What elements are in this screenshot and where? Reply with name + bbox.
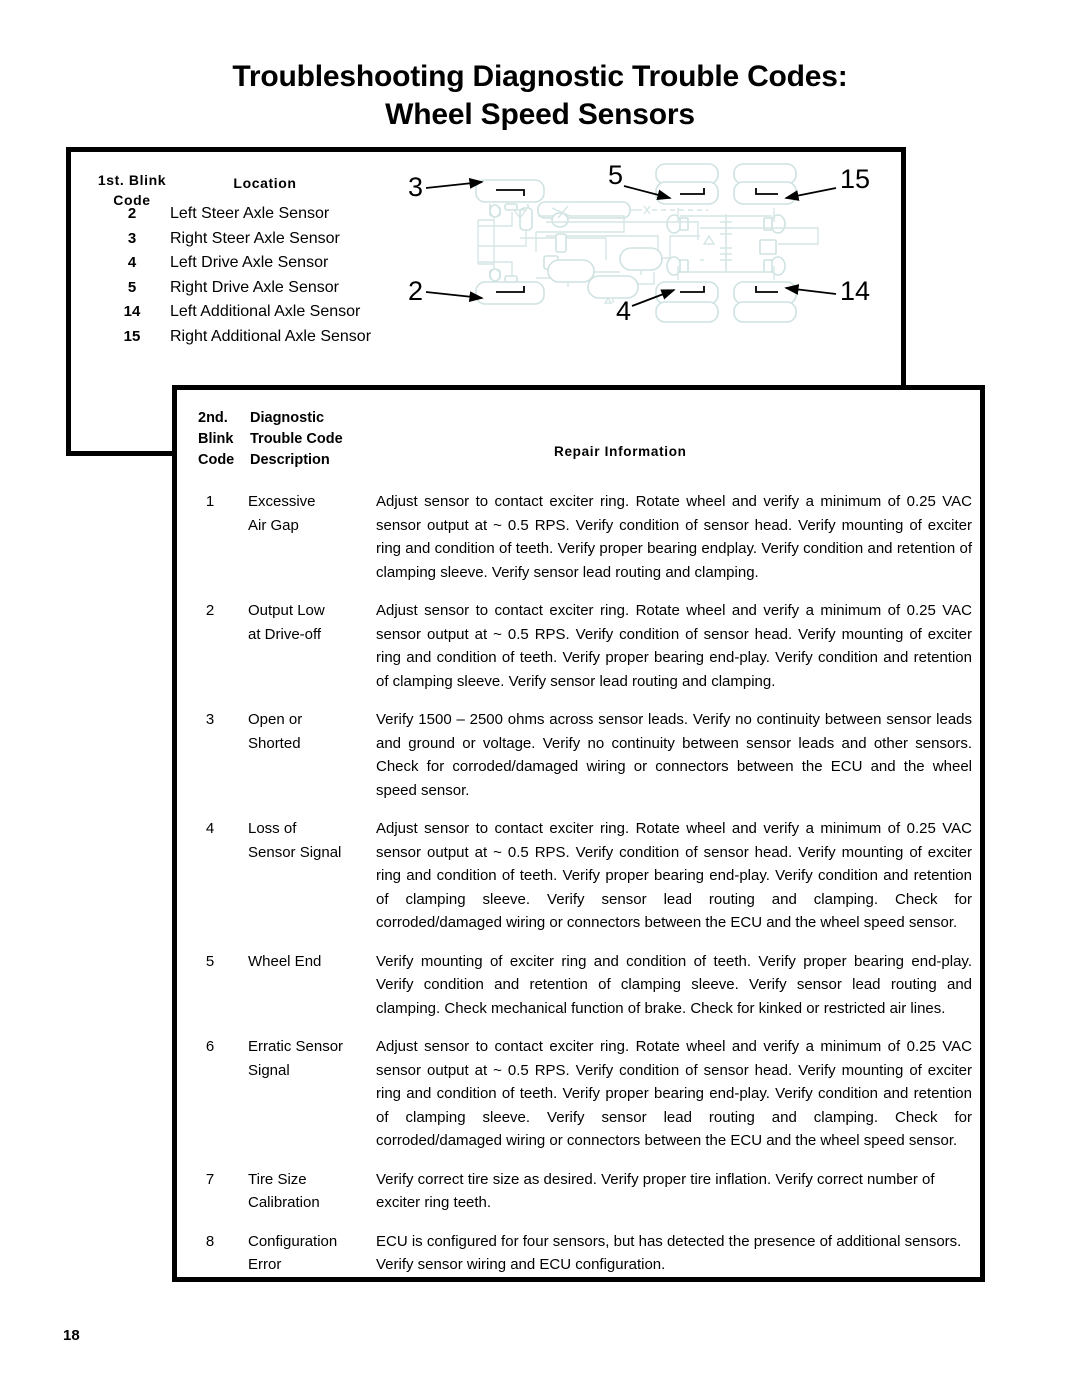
repair-information-text: Adjust sensor to contact exciter ring. R… (376, 820, 972, 931)
trouble-code-description: Configuration Error (248, 1230, 368, 1277)
blink-code-location: Right Drive Axle Sensor (170, 278, 339, 296)
description-line-2: Sensor Signal (248, 843, 342, 861)
description-line-1: Tire Size (248, 1170, 307, 1188)
blink-code-location: Left Steer Axle Sensor (170, 205, 330, 222)
table-row: 5 Wheel End Verify mounting of exciter rin… (0, 950, 1080, 1021)
trouble-code-description: Erratic Sensor Signal (248, 1035, 368, 1082)
blink-header-line-1: 2nd. (198, 410, 228, 426)
blink-header-line-2: Blink (198, 431, 234, 447)
air-brake-system-diagram: .veh { fill: none; stroke: #cfe2e2; stro… (408, 160, 908, 355)
callout-14: 14 (840, 276, 870, 306)
trouble-code-number: 6 (205, 1038, 215, 1055)
description-line-1: Loss of (248, 820, 297, 837)
trouble-code-number: 2 (205, 602, 215, 619)
blink-code-header-line-1: 1st. Blink (97, 172, 167, 188)
trouble-code-description: Output Low at Drive-off (248, 599, 368, 646)
trouble-code-description: Excessive Air Gap (248, 490, 368, 537)
blink-code-value: 4 (127, 254, 137, 272)
repair-information-text: Verify 1500 – 2500 ohms across sensor le… (376, 711, 972, 799)
trouble-code-description: Wheel End (248, 950, 368, 974)
table-row: 8 Configuration Error ECU is configured for… (0, 1230, 1080, 1277)
trouble-code-number: 3 (205, 711, 215, 728)
trouble-code-number: 1 (205, 493, 215, 510)
trouble-code-description: Tire Size Calibration (248, 1168, 368, 1215)
blink-code-location: Left Drive Axle Sensor (170, 254, 329, 272)
repair-information-column-header: Repair Information (554, 444, 687, 459)
repair-information-text: Verify correct tire size as desired. Ver… (376, 1170, 935, 1212)
description-line-2: Air Gap (248, 516, 299, 534)
blink-code-value: 2 (127, 205, 137, 222)
blink-code-location: Right Additional Axle Sensor (170, 328, 372, 345)
trouble-code-number: 4 (205, 820, 215, 837)
desc-header-line-3: Description (250, 452, 330, 468)
callout-5: 5 (608, 160, 623, 190)
description-line-1: Erratic Sensor (248, 1038, 344, 1055)
callout-2: 2 (408, 276, 423, 306)
description-column-header: Diagnostic Trouble Code Description (250, 408, 460, 471)
trouble-code-number: 7 (205, 1170, 215, 1188)
desc-header-line-2: Trouble Code (250, 431, 343, 447)
blink-code-value: 3 (127, 229, 137, 247)
blink-code-column-header: 1st. Blink Code (82, 170, 182, 210)
desc-header-line-1: Diagnostic (250, 410, 325, 426)
description-line-2: Shorted (248, 734, 301, 752)
repair-information-text: Adjust sensor to contact exciter ring. R… (376, 1038, 972, 1149)
description-line-1: Output Low (248, 602, 325, 619)
trouble-code-description: Open or Shorted (248, 708, 368, 755)
page-title-line-2: Wheel Speed Sensors (385, 98, 695, 131)
description-line-1: Open or (248, 711, 303, 728)
blink-code-value: 15 (123, 328, 141, 345)
blink-code-2nd-column-header: 2nd. Blink Code (198, 408, 250, 471)
page-number: 18 (63, 1327, 80, 1344)
table-row: 6 Erratic Sensor Signal Adjust sensor to co… (0, 1035, 1080, 1153)
blink-code-location: Left Additional Axle Sensor (170, 303, 361, 321)
location-column-header: Location (233, 175, 297, 191)
repair-information-text: ECU is configured for four sensors, but … (376, 1232, 962, 1274)
table-row: 1 Excessive Air Gap Adjust sensor to contac… (0, 490, 1080, 584)
description-line-1: Configuration (248, 1232, 338, 1250)
callout-15: 15 (840, 164, 870, 194)
blink-code-value: 5 (127, 278, 137, 296)
callout-4: 4 (616, 296, 631, 326)
trouble-code-description: Loss of Sensor Signal (248, 817, 368, 864)
description-line-2: Calibration (248, 1194, 320, 1211)
table-row: 4 Loss of Sensor Signal Adjust sensor to co… (0, 817, 1080, 935)
trouble-code-table: 1 Excessive Air Gap Adjust sensor to contac… (0, 490, 1080, 1292)
description-line-1: Excessive (248, 493, 316, 510)
table-row: 3 Open or Shorted Verify 1500 – 2500 ohms a… (0, 708, 1080, 802)
page-title-line-1: Troubleshooting Diagnostic Trouble Codes… (232, 60, 848, 93)
description-line-1: Wheel End (248, 952, 322, 970)
trouble-code-number: 5 (205, 952, 215, 970)
repair-information-text: Verify mounting of exciter ring and cond… (376, 952, 972, 1017)
table-row: 7 Tire Size Calibration Verify correct tire… (0, 1168, 1080, 1215)
blink-code-location: Right Steer Axle Sensor (170, 229, 340, 247)
callout-3: 3 (408, 172, 423, 202)
trouble-code-number: 8 (205, 1232, 215, 1250)
page-title: Troubleshooting Diagnostic Trouble Codes… (0, 58, 1080, 134)
blink-header-line-3: Code (198, 452, 235, 468)
description-line-2: at Drive-off (248, 625, 322, 643)
table-row: 2 Output Low at Drive-off Adjust sensor to … (0, 599, 1080, 693)
description-line-2: Signal (248, 1061, 290, 1079)
repair-information-text: Adjust sensor to contact exciter ring. R… (376, 493, 972, 581)
repair-information-text: Adjust sensor to contact exciter ring. R… (376, 602, 972, 690)
description-line-2: Error (248, 1256, 282, 1273)
blink-code-value: 14 (123, 303, 141, 321)
